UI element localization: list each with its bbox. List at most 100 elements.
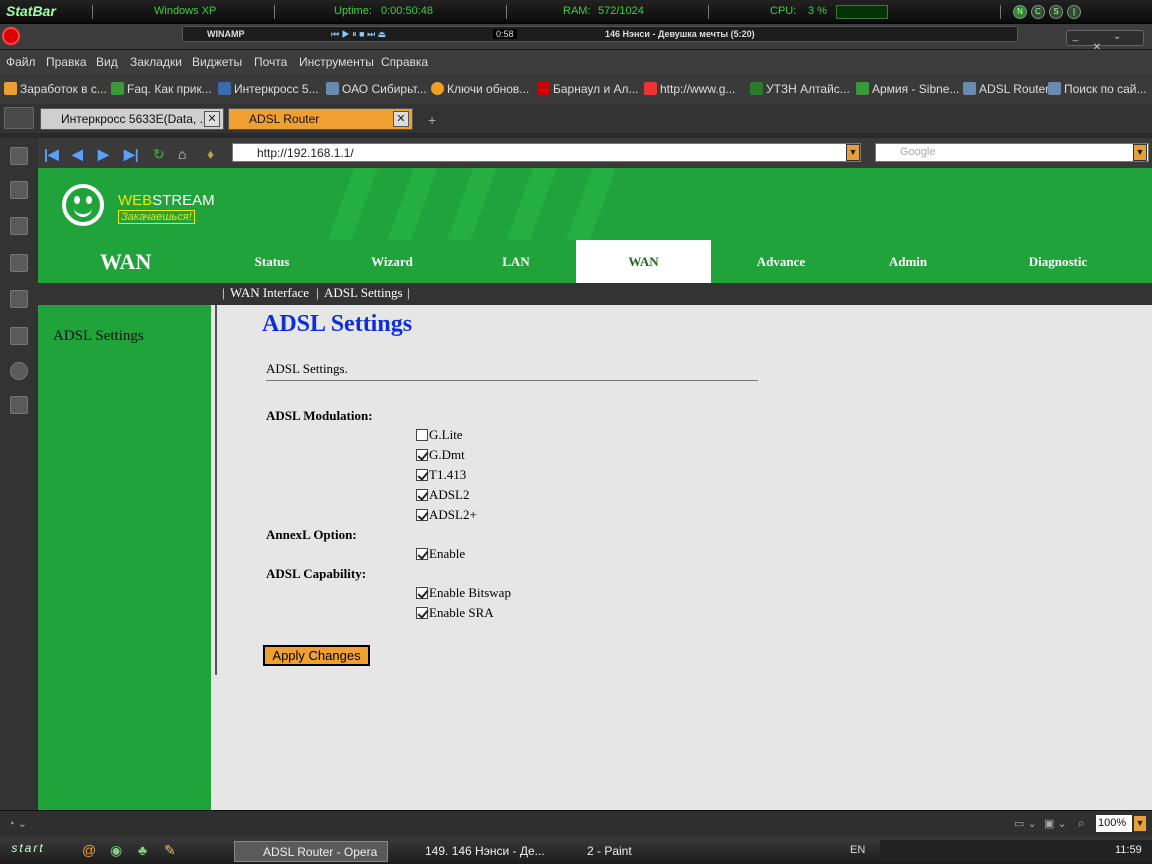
uptime-value: 0:00:50:48	[381, 5, 433, 17]
tab-intercross[interactable]: Интеркросс 5633E(Data, ... ✕	[40, 108, 224, 130]
close-icon[interactable]: ✕	[204, 111, 220, 127]
widgets-icon[interactable]	[10, 254, 28, 272]
close-icon[interactable]: ✕	[393, 111, 409, 127]
bookmark-item[interactable]: Ключи обнов...	[431, 82, 529, 96]
bookmark-item[interactable]: Заработок в с...	[4, 82, 107, 96]
rewind-icon[interactable]: |◀	[44, 146, 59, 163]
checkbox[interactable]	[416, 489, 428, 501]
chevron-down-icon[interactable]: ▼	[1133, 815, 1147, 832]
window-controls[interactable]: _ ⌄ ✕	[1066, 30, 1144, 53]
opera-menu-icon[interactable]	[2, 27, 20, 45]
reload-icon[interactable]: ↻	[153, 146, 165, 163]
view-icon[interactable]: ▭ ⌄	[1014, 817, 1037, 830]
bookmark-item[interactable]: УТЗН Алтайс...	[750, 82, 850, 96]
notes-icon[interactable]	[10, 290, 28, 308]
nav-lan[interactable]: LAN	[462, 240, 570, 283]
zoom-level[interactable]: 100%	[1096, 815, 1132, 832]
divider	[266, 380, 758, 381]
panel-bookmarks-icon[interactable]	[10, 147, 28, 165]
checkbox-bitswap[interactable]: Enable Bitswap	[416, 585, 511, 603]
task-paint[interactable]: 2 - Paint	[559, 841, 714, 862]
checkbox-t1413[interactable]: T1.413	[416, 467, 466, 485]
mail-icon[interactable]	[10, 181, 28, 199]
cpu-graph	[836, 5, 888, 19]
quicklaunch-icon[interactable]: ♣	[138, 842, 147, 858]
checkbox-glite[interactable]: G.Lite	[416, 427, 463, 445]
bookmark-item[interactable]: ОАО Сибирьт...	[326, 82, 427, 96]
menu-tools[interactable]: Инструменты	[299, 55, 374, 69]
separator	[506, 5, 507, 19]
mail-ru-icon[interactable]: @	[82, 842, 96, 858]
tab-adsl-router[interactable]: ADSL Router ✕	[228, 108, 413, 130]
winamp-time: 0:58	[493, 29, 517, 39]
add-panel-icon[interactable]	[10, 396, 28, 414]
checkbox-adsl2[interactable]: ADSL2	[416, 487, 469, 505]
menu-mail[interactable]: Почта	[254, 55, 287, 69]
checkbox[interactable]	[416, 548, 428, 560]
menu-edit[interactable]: Правка	[46, 55, 87, 69]
menu-file[interactable]: Файл	[6, 55, 36, 69]
checkbox[interactable]	[416, 587, 428, 599]
statbar-n-icon[interactable]: N	[1013, 5, 1027, 19]
bookmark-item[interactable]: http://www.g...	[644, 82, 735, 96]
new-tab-icon[interactable]: +	[428, 112, 436, 128]
site-icon	[856, 82, 869, 95]
task-winamp[interactable]: 149. 146 Нэнси - Де...	[397, 841, 552, 862]
checkbox[interactable]	[416, 449, 428, 461]
image-icon[interactable]: ▣ ⌄	[1044, 817, 1067, 830]
checkbox[interactable]	[416, 607, 428, 619]
apply-changes-button[interactable]: Apply Changes	[263, 645, 370, 666]
nav-wan[interactable]: WAN	[576, 240, 711, 283]
winamp-controls-icon[interactable]: ⏮ ▶ ⏸ ■ ⏭ ⏏	[331, 29, 386, 40]
nav-wizard[interactable]: Wizard	[338, 240, 446, 283]
wand-icon[interactable]: ♦	[207, 146, 214, 162]
nav-advance[interactable]: Advance	[727, 240, 835, 283]
back-icon[interactable]: ◀	[72, 146, 83, 163]
quicklaunch-icon[interactable]: ◉	[110, 842, 122, 859]
home-icon[interactable]: ⌂	[178, 146, 186, 162]
forward-icon[interactable]: ▶	[98, 146, 109, 163]
statbar-power-icon[interactable]: |	[1067, 5, 1081, 19]
panel-toggle-icon[interactable]	[4, 107, 34, 129]
menu-help[interactable]: Справка	[381, 55, 428, 69]
language-indicator[interactable]: EN	[850, 844, 865, 856]
statbar-s-icon[interactable]: S	[1049, 5, 1063, 19]
checkbox[interactable]	[416, 509, 428, 521]
chevron-down-icon[interactable]: ▼	[1133, 144, 1147, 161]
separator	[274, 5, 275, 19]
bookmark-item[interactable]: Faq. Как прик...	[111, 82, 212, 96]
search-input[interactable]: Google	[875, 143, 1149, 162]
statbar-c-icon[interactable]: C	[1031, 5, 1045, 19]
task-opera[interactable]: ADSL Router - Opera	[234, 841, 388, 862]
nav-admin[interactable]: Admin	[854, 240, 962, 283]
checkbox-gdmt[interactable]: G.Dmt	[416, 447, 465, 465]
bookmark-item[interactable]: Интеркросс 5...	[218, 82, 319, 96]
nav-status[interactable]: Status	[218, 240, 326, 283]
menu-view[interactable]: Вид	[96, 55, 118, 69]
subnav-wan-interface[interactable]: WAN Interface	[230, 285, 309, 301]
bookmark-item[interactable]: ADSL Router	[963, 82, 1049, 96]
checkbox[interactable]	[416, 469, 428, 481]
checkbox-sra[interactable]: Enable SRA	[416, 605, 494, 623]
address-field[interactable]: http://192.168.1.1/	[232, 143, 861, 162]
quicklaunch-icon[interactable]: ✎	[164, 842, 176, 859]
transfers-icon[interactable]	[10, 327, 28, 345]
chevron-down-icon[interactable]: ▼	[846, 144, 860, 161]
bookmark-item[interactable]: Поиск по сай...	[1048, 82, 1146, 96]
checkbox-adsl2plus[interactable]: ADSL2+	[416, 507, 477, 525]
start-button[interactable]: start	[2, 841, 54, 860]
checkbox-annexl-enable[interactable]: Enable	[416, 546, 465, 564]
contacts-icon[interactable]	[10, 217, 28, 235]
menu-widgets[interactable]: Виджеты	[192, 55, 242, 69]
bookmark-item[interactable]: Армия - Sibne...	[856, 82, 960, 96]
checkbox[interactable]	[416, 429, 428, 441]
left-menu-adsl-settings[interactable]: ADSL Settings	[53, 328, 144, 345]
menu-bookmarks[interactable]: Закладки	[130, 55, 182, 69]
fast-forward-icon[interactable]: ▶|	[124, 146, 139, 163]
nav-diagnostic[interactable]: Diagnostic	[1004, 240, 1112, 283]
history-icon[interactable]	[10, 362, 28, 380]
bookmark-item[interactable]: Барнаул и Ал...	[537, 82, 639, 96]
subnav-adsl-settings[interactable]: ADSL Settings	[324, 285, 403, 301]
gauge-icon[interactable]: ◔ ⌄	[8, 817, 27, 830]
star-icon	[644, 82, 657, 95]
